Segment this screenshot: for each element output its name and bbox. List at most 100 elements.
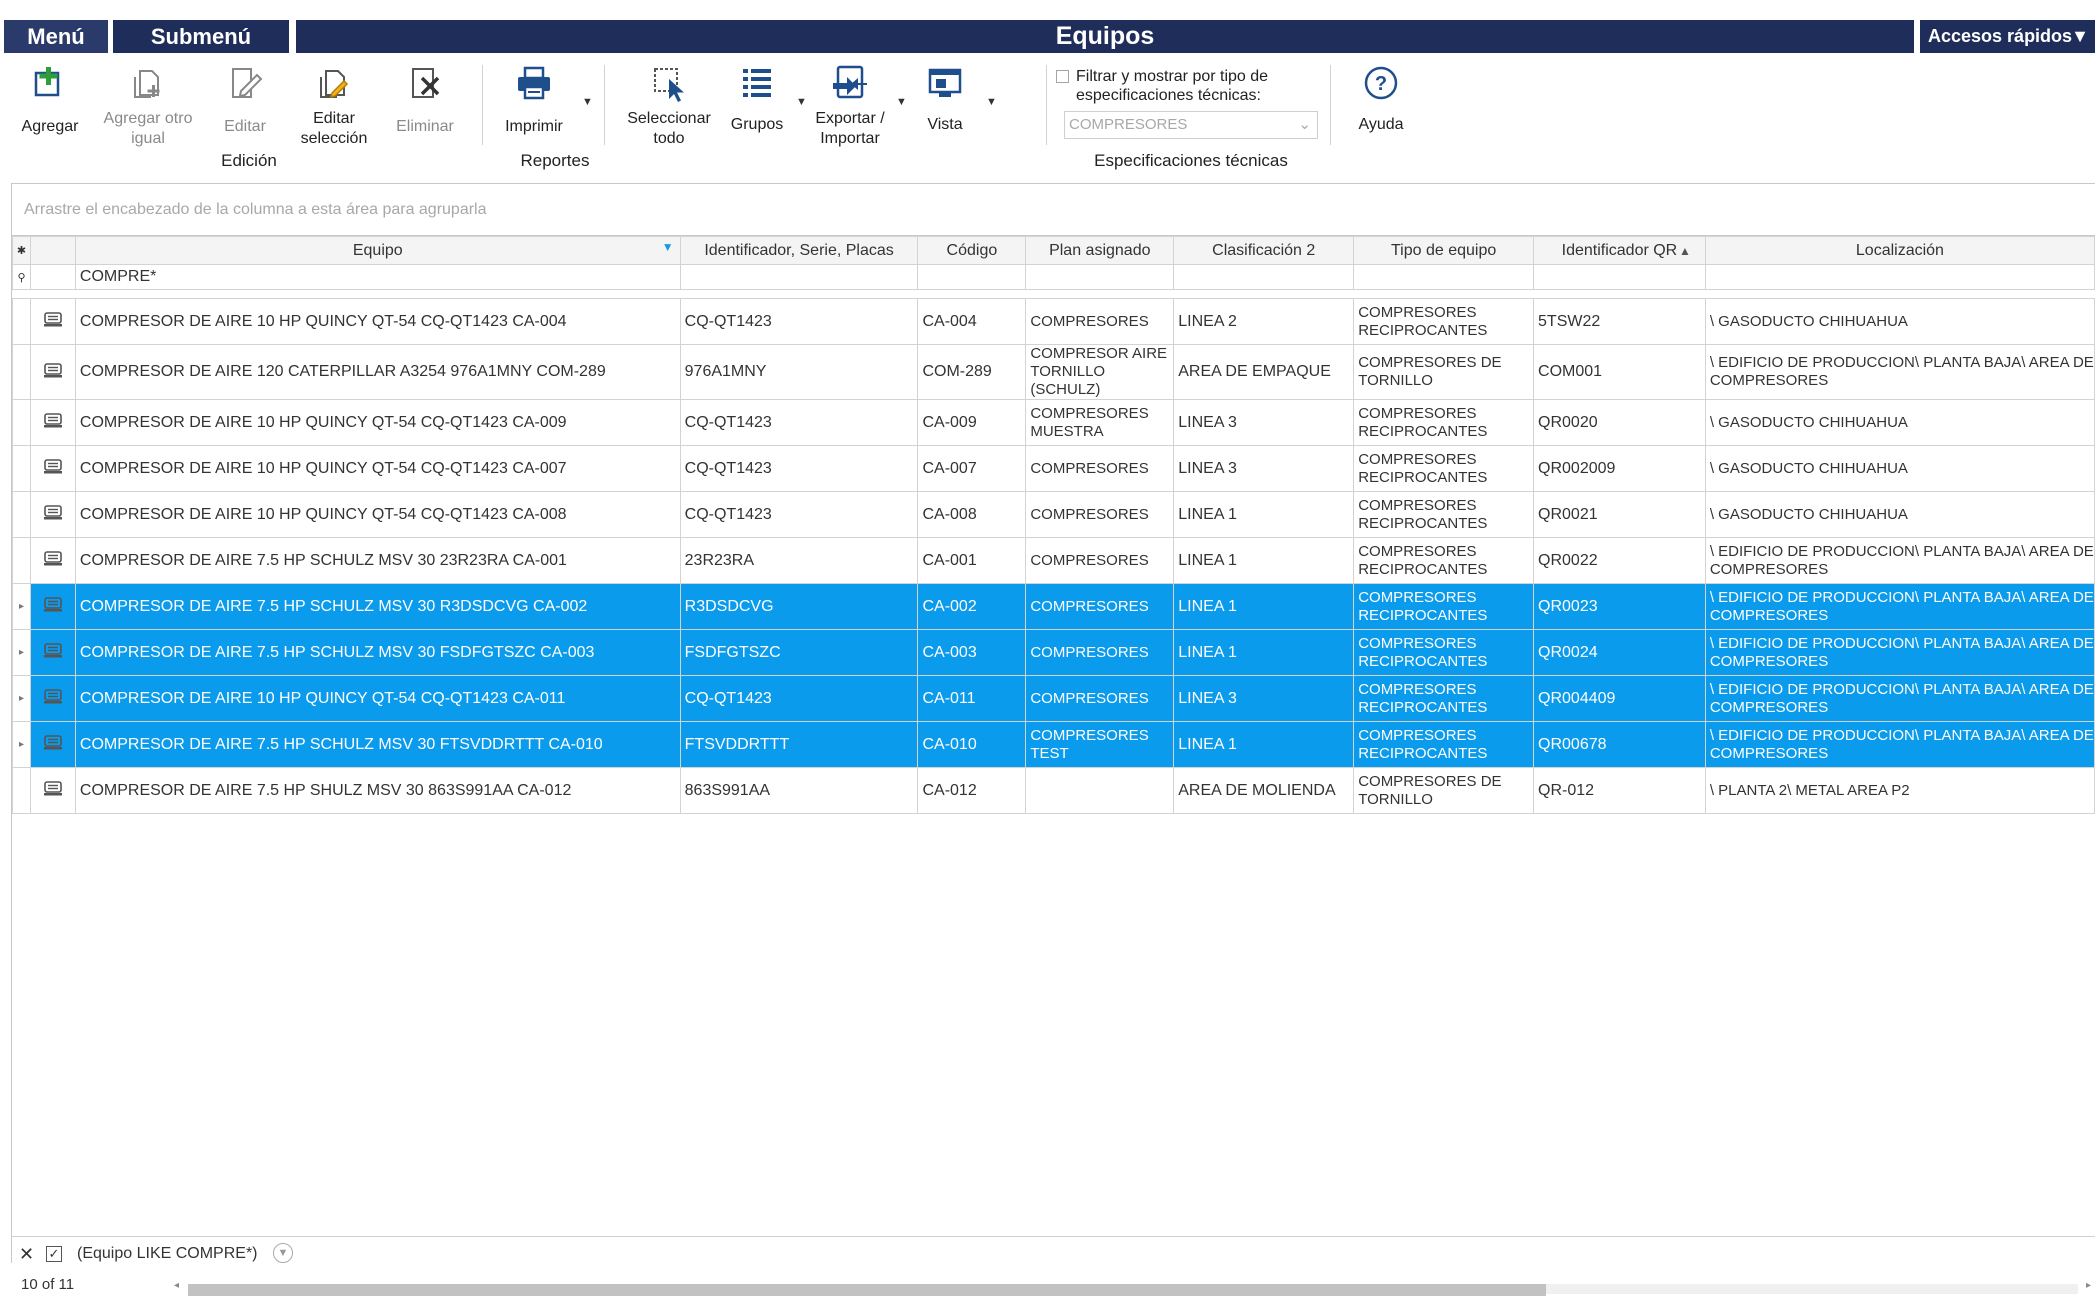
cell-equipo[interactable]: COMPRESOR DE AIRE 7.5 HP SCHULZ MSV 30 2… (74, 537, 681, 584)
cell-equipo[interactable]: COMPRESOR DE AIRE 7.5 HP SCHULZ MSV 30 F… (74, 629, 681, 676)
cell-plan[interactable]: COMPRESORES MUESTRA (1025, 399, 1175, 446)
horizontal-scrollbar[interactable]: ◂ ▸ (170, 1280, 2095, 1296)
cell-identificador[interactable]: 863S991AA (679, 767, 919, 814)
cell-clasificacion[interactable]: AREA DE EMPAQUE (1173, 344, 1355, 400)
cell-qr[interactable]: QR0024 (1533, 629, 1706, 676)
spec-filter-checkbox[interactable]: Filtrar y mostrar por tipo de especifica… (1056, 67, 1326, 105)
cell-codigo[interactable]: CA-011 (917, 675, 1027, 722)
cell-plan[interactable] (1025, 767, 1175, 814)
column-header-identificador[interactable]: Identificador, Serie, Placas (679, 236, 919, 265)
view-button[interactable]: Vista (912, 63, 978, 135)
scroll-left-icon[interactable]: ◂ (174, 1280, 179, 1291)
filter-cell[interactable] (1353, 264, 1535, 290)
export-import-button[interactable]: Exportar / Importar (806, 63, 894, 149)
cell-identificador[interactable]: FSDFGTSZC (679, 629, 919, 676)
cell-localizacion[interactable]: \ EDIFICIO DE PRODUCCION\ PLANTA BAJA\ A… (1704, 629, 2095, 676)
cell-tipo[interactable]: COMPRESORES DE TORNILLO (1353, 344, 1535, 400)
scrollbar-thumb[interactable] (188, 1284, 1546, 1296)
cell-identificador[interactable]: 976A1MNY (679, 344, 919, 400)
row-indicator[interactable] (12, 537, 31, 584)
cell-tipo[interactable]: COMPRESORES RECIPROCANTES (1353, 721, 1535, 768)
cell-tipo[interactable]: COMPRESORES RECIPROCANTES (1353, 583, 1535, 630)
edit-selection-button[interactable]: Editar selección (292, 63, 376, 149)
filter-cell[interactable] (1704, 264, 2095, 290)
row-indicator[interactable] (12, 445, 31, 492)
cell-identificador[interactable]: CQ-QT1423 (679, 399, 919, 446)
cell-plan[interactable]: COMPRESORES TEST (1025, 721, 1175, 768)
cell-codigo[interactable]: CA-009 (917, 399, 1027, 446)
cell-plan[interactable]: COMPRESORES (1025, 491, 1175, 538)
column-header-plan[interactable]: Plan asignado (1025, 236, 1175, 265)
cell-identificador[interactable]: CQ-QT1423 (679, 298, 919, 345)
group-by-panel[interactable]: Arrastre el encabezado de la columna a e… (12, 184, 2095, 236)
cell-localizacion[interactable]: \ EDIFICIO DE PRODUCCION\ PLANTA BAJA\ A… (1704, 721, 2095, 768)
select-all-button[interactable]: Seleccionar todo (620, 63, 718, 149)
filter-cell-equipo[interactable]: COMPRE* (74, 264, 681, 290)
table-row[interactable]: ▸ COMPRESOR DE AIRE 10 HP QUINCY QT-54 CQ… (12, 675, 2095, 722)
cell-localizacion[interactable]: \ EDIFICIO DE PRODUCCION\ PLANTA BAJA\ A… (1704, 537, 2095, 584)
table-row[interactable]: COMPRESOR DE AIRE 10 HP QUINCY QT-54 CQ-… (12, 491, 2095, 538)
row-indicator[interactable] (12, 344, 31, 400)
filter-cell[interactable] (917, 264, 1027, 290)
cell-equipo[interactable]: COMPRESOR DE AIRE 10 HP QUINCY QT-54 CQ-… (74, 445, 681, 492)
column-header-clasificacion[interactable]: Clasificación 2 (1173, 236, 1355, 265)
cell-localizacion[interactable]: \ EDIFICIO DE PRODUCCION\ PLANTA BAJA\ A… (1704, 344, 2095, 400)
cell-codigo[interactable]: COM-289 (917, 344, 1027, 400)
table-row[interactable]: ▸ COMPRESOR DE AIRE 7.5 HP SCHULZ MSV 30 … (12, 583, 2095, 630)
submenu-button[interactable]: Submenú (113, 20, 289, 53)
cell-codigo[interactable]: CA-008 (917, 491, 1027, 538)
cell-clasificacion[interactable]: LINEA 1 (1173, 629, 1355, 676)
cell-equipo[interactable]: COMPRESOR DE AIRE 7.5 HP SHULZ MSV 30 86… (74, 767, 681, 814)
cell-qr[interactable]: QR-012 (1533, 767, 1706, 814)
cell-localizacion[interactable]: \ GASODUCTO CHIHUAHUA (1704, 491, 2095, 538)
cell-tipo[interactable]: COMPRESORES RECIPROCANTES (1353, 629, 1535, 676)
cell-plan[interactable]: COMPRESOR AIRE TORNILLO (SCHULZ) (1025, 344, 1175, 400)
cell-clasificacion[interactable]: LINEA 3 (1173, 399, 1355, 446)
print-dropdown-icon[interactable]: ▼ (582, 96, 593, 108)
cell-plan[interactable]: COMPRESORES (1025, 675, 1175, 722)
cell-clasificacion[interactable]: LINEA 1 (1173, 583, 1355, 630)
table-row[interactable]: COMPRESOR DE AIRE 7.5 HP SCHULZ MSV 30 2… (12, 537, 2095, 584)
filter-cell[interactable] (1025, 264, 1175, 290)
cell-qr[interactable]: QR0022 (1533, 537, 1706, 584)
edit-button[interactable]: Editar (212, 63, 278, 137)
cell-equipo[interactable]: COMPRESOR DE AIRE 10 HP QUINCY QT-54 CQ-… (74, 491, 681, 538)
spec-type-select[interactable]: COMPRESORES ⌄ (1064, 111, 1318, 139)
filter-enabled-checkbox[interactable]: ✓ (46, 1246, 62, 1262)
cell-codigo[interactable]: CA-001 (917, 537, 1027, 584)
row-indicator[interactable]: ▸ (12, 675, 31, 722)
cell-qr[interactable]: COM001 (1533, 344, 1706, 400)
cell-plan[interactable]: COMPRESORES (1025, 583, 1175, 630)
table-row[interactable]: ▸ COMPRESOR DE AIRE 7.5 HP SCHULZ MSV 30 … (12, 629, 2095, 676)
cell-localizacion[interactable]: \ EDIFICIO DE PRODUCCION\ PLANTA BAJA\ A… (1704, 675, 2095, 722)
view-dropdown-icon[interactable]: ▼ (986, 96, 997, 108)
add-button[interactable]: Agregar (16, 63, 84, 137)
filter-cell[interactable] (1533, 264, 1706, 290)
column-header-localizacion[interactable]: Localización (1704, 236, 2095, 265)
cell-localizacion[interactable]: \ PLANTA 2\ METAL AREA P2 (1704, 767, 2095, 814)
clear-filter-icon[interactable]: ✕ (19, 1237, 34, 1271)
cell-tipo[interactable]: COMPRESORES RECIPROCANTES (1353, 399, 1535, 446)
export-dropdown-icon[interactable]: ▼ (896, 96, 907, 108)
cell-clasificacion[interactable]: LINEA 1 (1173, 491, 1355, 538)
table-row[interactable]: COMPRESOR DE AIRE 10 HP QUINCY QT-54 CQ-… (12, 399, 2095, 446)
row-indicator[interactable]: ▸ (12, 629, 31, 676)
cell-codigo[interactable]: CA-003 (917, 629, 1027, 676)
filter-cell[interactable] (679, 264, 919, 290)
cell-codigo[interactable]: CA-004 (917, 298, 1027, 345)
cell-equipo[interactable]: COMPRESOR DE AIRE 10 HP QUINCY QT-54 CQ-… (74, 298, 681, 345)
cell-identificador[interactable]: R3DSDCVG (679, 583, 919, 630)
cell-localizacion[interactable]: \ GASODUCTO CHIHUAHUA (1704, 399, 2095, 446)
table-row[interactable]: COMPRESOR DE AIRE 7.5 HP SHULZ MSV 30 86… (12, 767, 2095, 814)
cell-identificador[interactable]: CQ-QT1423 (679, 445, 919, 492)
cell-tipo[interactable]: COMPRESORES RECIPROCANTES (1353, 445, 1535, 492)
cell-codigo[interactable]: CA-007 (917, 445, 1027, 492)
spec-filter-check-box[interactable] (1056, 70, 1069, 83)
row-indicator[interactable] (12, 399, 31, 446)
cell-identificador[interactable]: FTSVDDRTTT (679, 721, 919, 768)
cell-clasificacion[interactable]: AREA DE MOLIENDA (1173, 767, 1355, 814)
cell-localizacion[interactable]: \ GASODUCTO CHIHUAHUA (1704, 298, 2095, 345)
cell-identificador[interactable]: 23R23RA (679, 537, 919, 584)
cell-equipo[interactable]: COMPRESOR DE AIRE 7.5 HP SCHULZ MSV 30 F… (74, 721, 681, 768)
filter-expression[interactable]: (Equipo LIKE COMPRE*) (77, 1237, 258, 1271)
